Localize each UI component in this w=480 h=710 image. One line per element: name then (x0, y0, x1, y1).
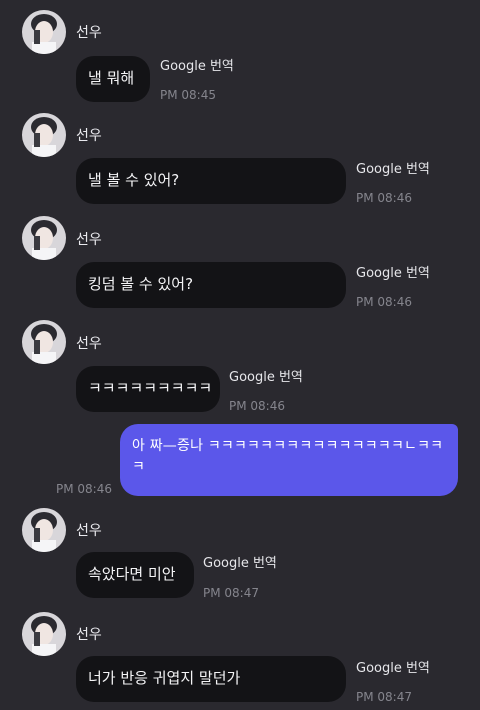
sender-name: 선우 (76, 25, 102, 41)
profile-photo-icon (22, 508, 66, 552)
outgoing-message-bubble[interactable]: 아 짜—증나 ㅋㅋㅋㅋㅋㅋㅋㅋㅋㅋㅋㅋㅋㅋㅋㄴㅋㅋㅋ (120, 424, 458, 496)
message-timestamp: PM 08:46 (56, 482, 112, 496)
sender-name: 선우 (76, 232, 102, 248)
avatar[interactable] (22, 10, 66, 54)
google-translate-link[interactable]: Google 번역 (356, 660, 430, 678)
sender-name: 선우 (76, 128, 102, 144)
message-timestamp: PM 08:45 (160, 88, 216, 102)
avatar[interactable] (22, 216, 66, 260)
message-timestamp: PM 08:46 (356, 295, 412, 309)
google-translate-link[interactable]: Google 번역 (203, 555, 277, 573)
google-translate-link[interactable]: Google 번역 (356, 265, 430, 283)
incoming-message-bubble[interactable]: 낼 뭐해 (76, 56, 150, 102)
incoming-message-bubble[interactable]: ㅋㅋㅋㅋㅋㅋㅋㅋㅋ (76, 366, 220, 412)
message-timestamp: PM 08:46 (229, 399, 285, 413)
google-translate-link[interactable]: Google 번역 (160, 58, 234, 76)
sender-name: 선우 (76, 523, 102, 539)
message-timestamp: PM 08:47 (203, 586, 259, 600)
incoming-message-bubble[interactable]: 너가 반응 귀엽지 말던가 (76, 656, 346, 702)
incoming-message-bubble[interactable]: 속았다면 미안 (76, 552, 194, 598)
avatar[interactable] (22, 508, 66, 552)
profile-photo-icon (22, 320, 66, 364)
profile-photo-icon (22, 10, 66, 54)
sender-name: 선우 (76, 336, 102, 352)
profile-photo-icon (22, 113, 66, 157)
chat-area: 선우 낼 뭐해 Google 번역 PM 08:45 선우 낼 볼 수 있어? … (0, 0, 480, 710)
message-timestamp: PM 08:46 (356, 191, 412, 205)
avatar[interactable] (22, 113, 66, 157)
google-translate-link[interactable]: Google 번역 (229, 369, 303, 387)
incoming-message-bubble[interactable]: 킹덤 볼 수 있어? (76, 262, 346, 308)
profile-photo-icon (22, 612, 66, 656)
profile-photo-icon (22, 216, 66, 260)
avatar[interactable] (22, 320, 66, 364)
sender-name: 선우 (76, 627, 102, 643)
message-timestamp: PM 08:47 (356, 690, 412, 704)
avatar[interactable] (22, 612, 66, 656)
incoming-message-bubble[interactable]: 낼 볼 수 있어? (76, 158, 346, 204)
google-translate-link[interactable]: Google 번역 (356, 161, 430, 179)
